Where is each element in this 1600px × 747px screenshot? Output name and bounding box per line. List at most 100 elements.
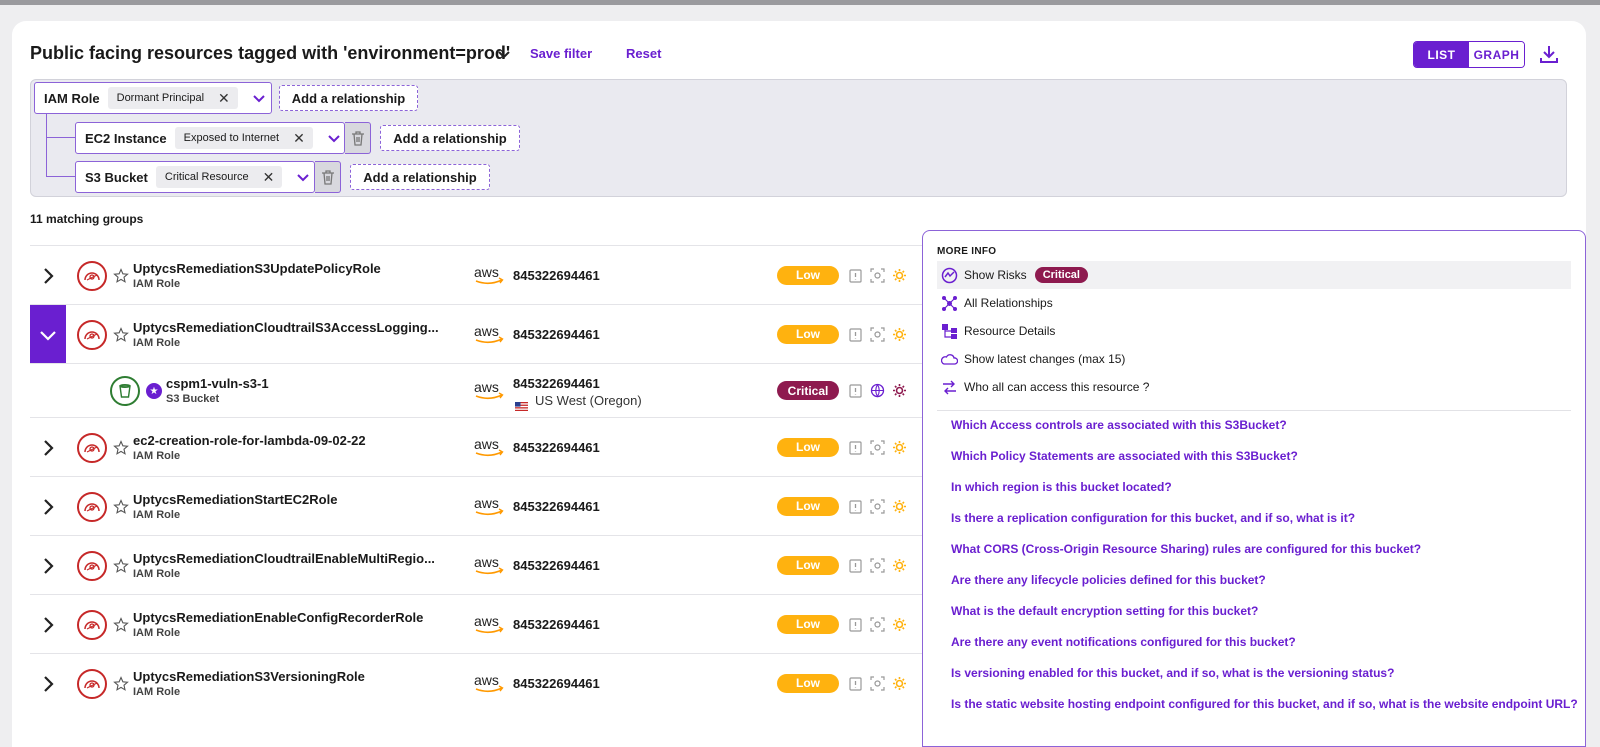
filter-chip-label: Exposed to Internet	[183, 132, 280, 144]
list-view-button[interactable]: LIST	[1414, 42, 1469, 67]
add-relationship-button[interactable]: Add a relationship	[350, 164, 490, 190]
table-row[interactable]: UptycsRemediationS3VersioningRole IAM Rol…	[30, 653, 1070, 712]
resource-name[interactable]: ec2-creation-role-for-lambda-09-02-22	[133, 433, 366, 448]
table-row[interactable]: UptycsRemediationCloudtrailEnableMultiRe…	[30, 535, 1070, 594]
table-row[interactable]: UptycsRemediationS3UpdatePolicyRole IAM R…	[30, 245, 1070, 304]
close-icon[interactable]: ✕	[293, 130, 305, 147]
clipboard-icon[interactable]	[848, 383, 863, 398]
menu-item-resource-details[interactable]: Resource Details	[937, 317, 1571, 345]
menu-item-label: Show latest changes (max 15)	[964, 352, 1126, 366]
star-icon[interactable]	[113, 616, 129, 633]
suggested-question-link[interactable]: Are there any lifecycle policies defined…	[951, 573, 1266, 587]
trash-icon[interactable]	[345, 122, 371, 154]
filter-node-iam-role[interactable]: IAM Role Dormant Principal ✕	[34, 82, 272, 114]
focus-icon[interactable]	[870, 326, 885, 342]
cloud-icon	[941, 353, 958, 365]
globe-icon[interactable]	[870, 383, 885, 398]
star-icon[interactable]	[113, 557, 129, 574]
suggested-question-link[interactable]: Which Access controls are associated wit…	[951, 418, 1287, 432]
expand-row-button[interactable]	[30, 595, 66, 654]
menu-item-who-can-access[interactable]: Who all can access this resource ?	[937, 373, 1571, 401]
clipboard-icon[interactable]	[848, 499, 863, 514]
s3-bucket-icon	[110, 376, 140, 406]
filter-node-ec2-instance[interactable]: EC2 Instance Exposed to Internet ✕	[75, 122, 345, 154]
resource-name[interactable]: UptycsRemediationCloudtrailEnableMultiRe…	[133, 551, 435, 566]
menu-item-label: All Relationships	[964, 296, 1053, 310]
suggested-question-link[interactable]: Are there any event notifications config…	[951, 635, 1296, 649]
account-id: 845322694461	[513, 616, 600, 632]
menu-item-latest-changes[interactable]: Show latest changes (max 15)	[937, 345, 1571, 373]
focus-icon[interactable]	[870, 675, 885, 691]
expand-row-button[interactable]	[30, 477, 66, 536]
gear-icon[interactable]	[892, 440, 907, 455]
suggested-question-link[interactable]: Is the static website hosting endpoint c…	[951, 697, 1578, 711]
starred-icon[interactable]: ★	[146, 383, 162, 399]
gear-icon[interactable]	[892, 676, 907, 691]
focus-icon[interactable]	[870, 498, 885, 514]
star-icon[interactable]	[113, 326, 129, 343]
suggested-question-link[interactable]: In which region is this bucket located?	[951, 480, 1172, 494]
resource-name[interactable]: UptycsRemediationCloudtrailS3AccessLoggi…	[133, 320, 439, 335]
suggested-question-link[interactable]: Is there a replication configuration for…	[951, 511, 1355, 525]
suggested-question-link[interactable]: What is the default encryption setting f…	[951, 604, 1258, 618]
resource-name[interactable]: UptycsRemediationStartEC2Role	[133, 492, 337, 507]
resource-name[interactable]: UptycsRemediationS3VersioningRole	[133, 669, 365, 684]
chevron-down-icon[interactable]	[327, 131, 341, 145]
chevron-down-icon[interactable]	[252, 91, 266, 105]
suggested-question-link[interactable]: What CORS (Cross-Origin Resource Sharing…	[951, 542, 1421, 556]
severity-badge: Critical	[777, 381, 839, 400]
reset-button[interactable]: Reset	[626, 46, 661, 61]
clipboard-icon[interactable]	[848, 440, 863, 455]
add-relationship-button[interactable]: Add a relationship	[380, 125, 520, 151]
suggested-question-link[interactable]: Which Policy Statements are associated w…	[951, 449, 1298, 463]
clipboard-icon[interactable]	[848, 676, 863, 691]
gear-icon[interactable]	[892, 558, 907, 573]
suggested-question-link[interactable]: Is versioning enabled for this bucket, a…	[951, 666, 1394, 680]
trash-icon[interactable]	[315, 161, 341, 193]
clipboard-icon[interactable]	[848, 327, 863, 342]
expand-row-button[interactable]	[30, 246, 66, 305]
star-icon[interactable]	[113, 439, 129, 456]
close-icon[interactable]: ✕	[218, 90, 230, 107]
gear-icon[interactable]	[892, 617, 907, 632]
clipboard-icon[interactable]	[848, 268, 863, 283]
resource-type: IAM Role	[133, 336, 181, 349]
collapse-row-button[interactable]	[30, 305, 66, 364]
child-table-row[interactable]: ★ cspm1-vuln-s3-1 S3 Bucket aws 845322694461…	[30, 363, 1070, 417]
chevron-down-icon[interactable]	[496, 46, 512, 62]
menu-item-show-risks[interactable]: Show Risks Critical	[937, 261, 1571, 289]
graph-view-button[interactable]: GRAPH	[1469, 42, 1524, 67]
chevron-down-icon[interactable]	[296, 170, 310, 184]
close-icon[interactable]: ✕	[263, 169, 275, 186]
resource-name[interactable]: cspm1-vuln-s3-1	[166, 376, 269, 391]
gear-icon[interactable]	[892, 268, 907, 283]
add-relationship-button[interactable]: Add a relationship	[279, 85, 418, 111]
filter-node-s3-bucket[interactable]: S3 Bucket Critical Resource ✕	[75, 161, 315, 193]
focus-icon[interactable]	[870, 439, 885, 455]
gear-icon[interactable]	[892, 327, 907, 342]
star-icon[interactable]	[113, 675, 129, 692]
clipboard-icon[interactable]	[848, 617, 863, 632]
resource-name[interactable]: UptycsRemediationS3UpdatePolicyRole	[133, 261, 381, 276]
table-row[interactable]: UptycsRemediationCloudtrailS3AccessLoggi…	[30, 304, 1070, 364]
table-row[interactable]: ec2-creation-role-for-lambda-09-02-22 IAM…	[30, 417, 1070, 476]
save-filter-button[interactable]: Save filter	[530, 46, 592, 61]
expand-row-button[interactable]	[30, 418, 66, 477]
account-id: 845322694461	[513, 557, 600, 573]
focus-icon[interactable]	[870, 616, 885, 632]
expand-row-button[interactable]	[30, 536, 66, 595]
focus-icon[interactable]	[870, 267, 885, 283]
expand-row-button[interactable]	[30, 654, 66, 713]
gear-icon[interactable]	[892, 383, 907, 398]
star-icon[interactable]	[113, 498, 129, 515]
download-icon[interactable]	[1538, 43, 1560, 65]
clipboard-icon[interactable]	[848, 558, 863, 573]
table-row[interactable]: UptycsRemediationStartEC2Role IAM Role aws…	[30, 476, 1070, 535]
focus-icon[interactable]	[870, 557, 885, 573]
star-icon[interactable]	[113, 267, 129, 284]
gear-icon[interactable]	[892, 499, 907, 514]
resource-name[interactable]: UptycsRemediationEnableConfigRecorderRol…	[133, 610, 423, 625]
account-id: 845322694461	[513, 326, 600, 342]
table-row[interactable]: UptycsRemediationEnableConfigRecorderRol…	[30, 594, 1070, 653]
menu-item-all-relationships[interactable]: All Relationships	[937, 289, 1571, 317]
